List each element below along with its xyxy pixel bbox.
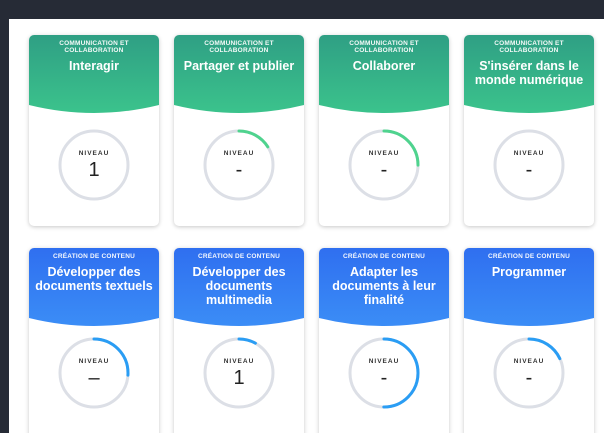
card-header: COMMUNICATION ET COLLABORATION Collabore… xyxy=(319,35,449,115)
level-gauge: NIVEAU – xyxy=(56,335,132,411)
level-value: - xyxy=(525,367,533,389)
card-title: Adapter les documents à leur finalité xyxy=(332,265,436,307)
card-title: Partager et publier xyxy=(183,59,295,73)
level-value: – xyxy=(88,367,100,389)
card-header: CRÉATION DE CONTENU Développer des docum… xyxy=(29,248,159,328)
card-title: S'insérer dans le monde numérique xyxy=(474,59,584,87)
card-title: Développer des documents multimedia xyxy=(192,265,286,307)
competence-card[interactable]: COMMUNICATION ET COLLABORATION Interagir… xyxy=(29,35,159,226)
level-gauge: NIVEAU - xyxy=(491,335,567,411)
card-header: COMMUNICATION ET COLLABORATION Interagir xyxy=(29,35,159,115)
level-label: NIVEAU xyxy=(368,358,400,365)
card-category: COMMUNICATION ET COLLABORATION xyxy=(59,40,129,54)
header-background xyxy=(29,248,159,326)
card-category: CRÉATION DE CONTENU xyxy=(197,253,281,260)
competences-panel: COMMUNICATION ET COLLABORATION Interagir… xyxy=(9,19,604,433)
card-title: Développer des documents textuels xyxy=(35,265,153,293)
level-label: NIVEAU xyxy=(223,150,255,157)
card-category: COMMUNICATION ET COLLABORATION xyxy=(204,40,274,54)
level-label: NIVEAU xyxy=(513,150,545,157)
card-category: COMMUNICATION ET COLLABORATION xyxy=(349,40,419,54)
card-category: COMMUNICATION ET COLLABORATION xyxy=(494,40,564,54)
card-title: Collaborer xyxy=(352,59,416,73)
card-category: CRÉATION DE CONTENU xyxy=(52,253,136,260)
level-gauge: NIVEAU - xyxy=(346,127,422,203)
card-category: CRÉATION DE CONTENU xyxy=(342,253,426,260)
competence-card[interactable]: CRÉATION DE CONTENU Programmer NIVEAU - xyxy=(464,248,594,433)
level-label: NIVEAU xyxy=(78,358,110,365)
card-title: Interagir xyxy=(68,59,119,73)
level-gauge: NIVEAU - xyxy=(201,127,277,203)
competence-card[interactable]: CRÉATION DE CONTENU Développer des docum… xyxy=(174,248,304,433)
level-value: - xyxy=(525,159,533,181)
level-value: 1 xyxy=(233,367,245,389)
card-title: Programmer xyxy=(491,265,567,279)
competence-card[interactable]: CRÉATION DE CONTENU Développer des docum… xyxy=(29,248,159,433)
header-background xyxy=(464,248,594,326)
level-value: 1 xyxy=(88,159,100,181)
competence-card[interactable]: CRÉATION DE CONTENU Adapter les document… xyxy=(319,248,449,433)
card-header: COMMUNICATION ET COLLABORATION Partager … xyxy=(174,35,304,115)
competence-card[interactable]: COMMUNICATION ET COLLABORATION Partager … xyxy=(174,35,304,226)
level-value: - xyxy=(380,159,388,181)
level-gauge: NIVEAU - xyxy=(346,335,422,411)
card-header: COMMUNICATION ET COLLABORATION S'insérer… xyxy=(464,35,594,115)
card-header: CRÉATION DE CONTENU Développer des docum… xyxy=(174,248,304,328)
level-label: NIVEAU xyxy=(223,358,255,365)
competence-card[interactable]: COMMUNICATION ET COLLABORATION S'insérer… xyxy=(464,35,594,226)
level-value: - xyxy=(380,367,388,389)
level-gauge: NIVEAU 1 xyxy=(56,127,132,203)
card-header: CRÉATION DE CONTENU Programmer xyxy=(464,248,594,328)
card-category: CRÉATION DE CONTENU xyxy=(487,253,571,260)
level-gauge: NIVEAU - xyxy=(491,127,567,203)
card-header: CRÉATION DE CONTENU Adapter les document… xyxy=(319,248,449,328)
level-gauge: NIVEAU 1 xyxy=(201,335,277,411)
competence-card[interactable]: COMMUNICATION ET COLLABORATION Collabore… xyxy=(319,35,449,226)
level-label: NIVEAU xyxy=(368,150,400,157)
level-value: - xyxy=(235,159,243,181)
level-label: NIVEAU xyxy=(78,150,110,157)
level-label: NIVEAU xyxy=(513,358,545,365)
